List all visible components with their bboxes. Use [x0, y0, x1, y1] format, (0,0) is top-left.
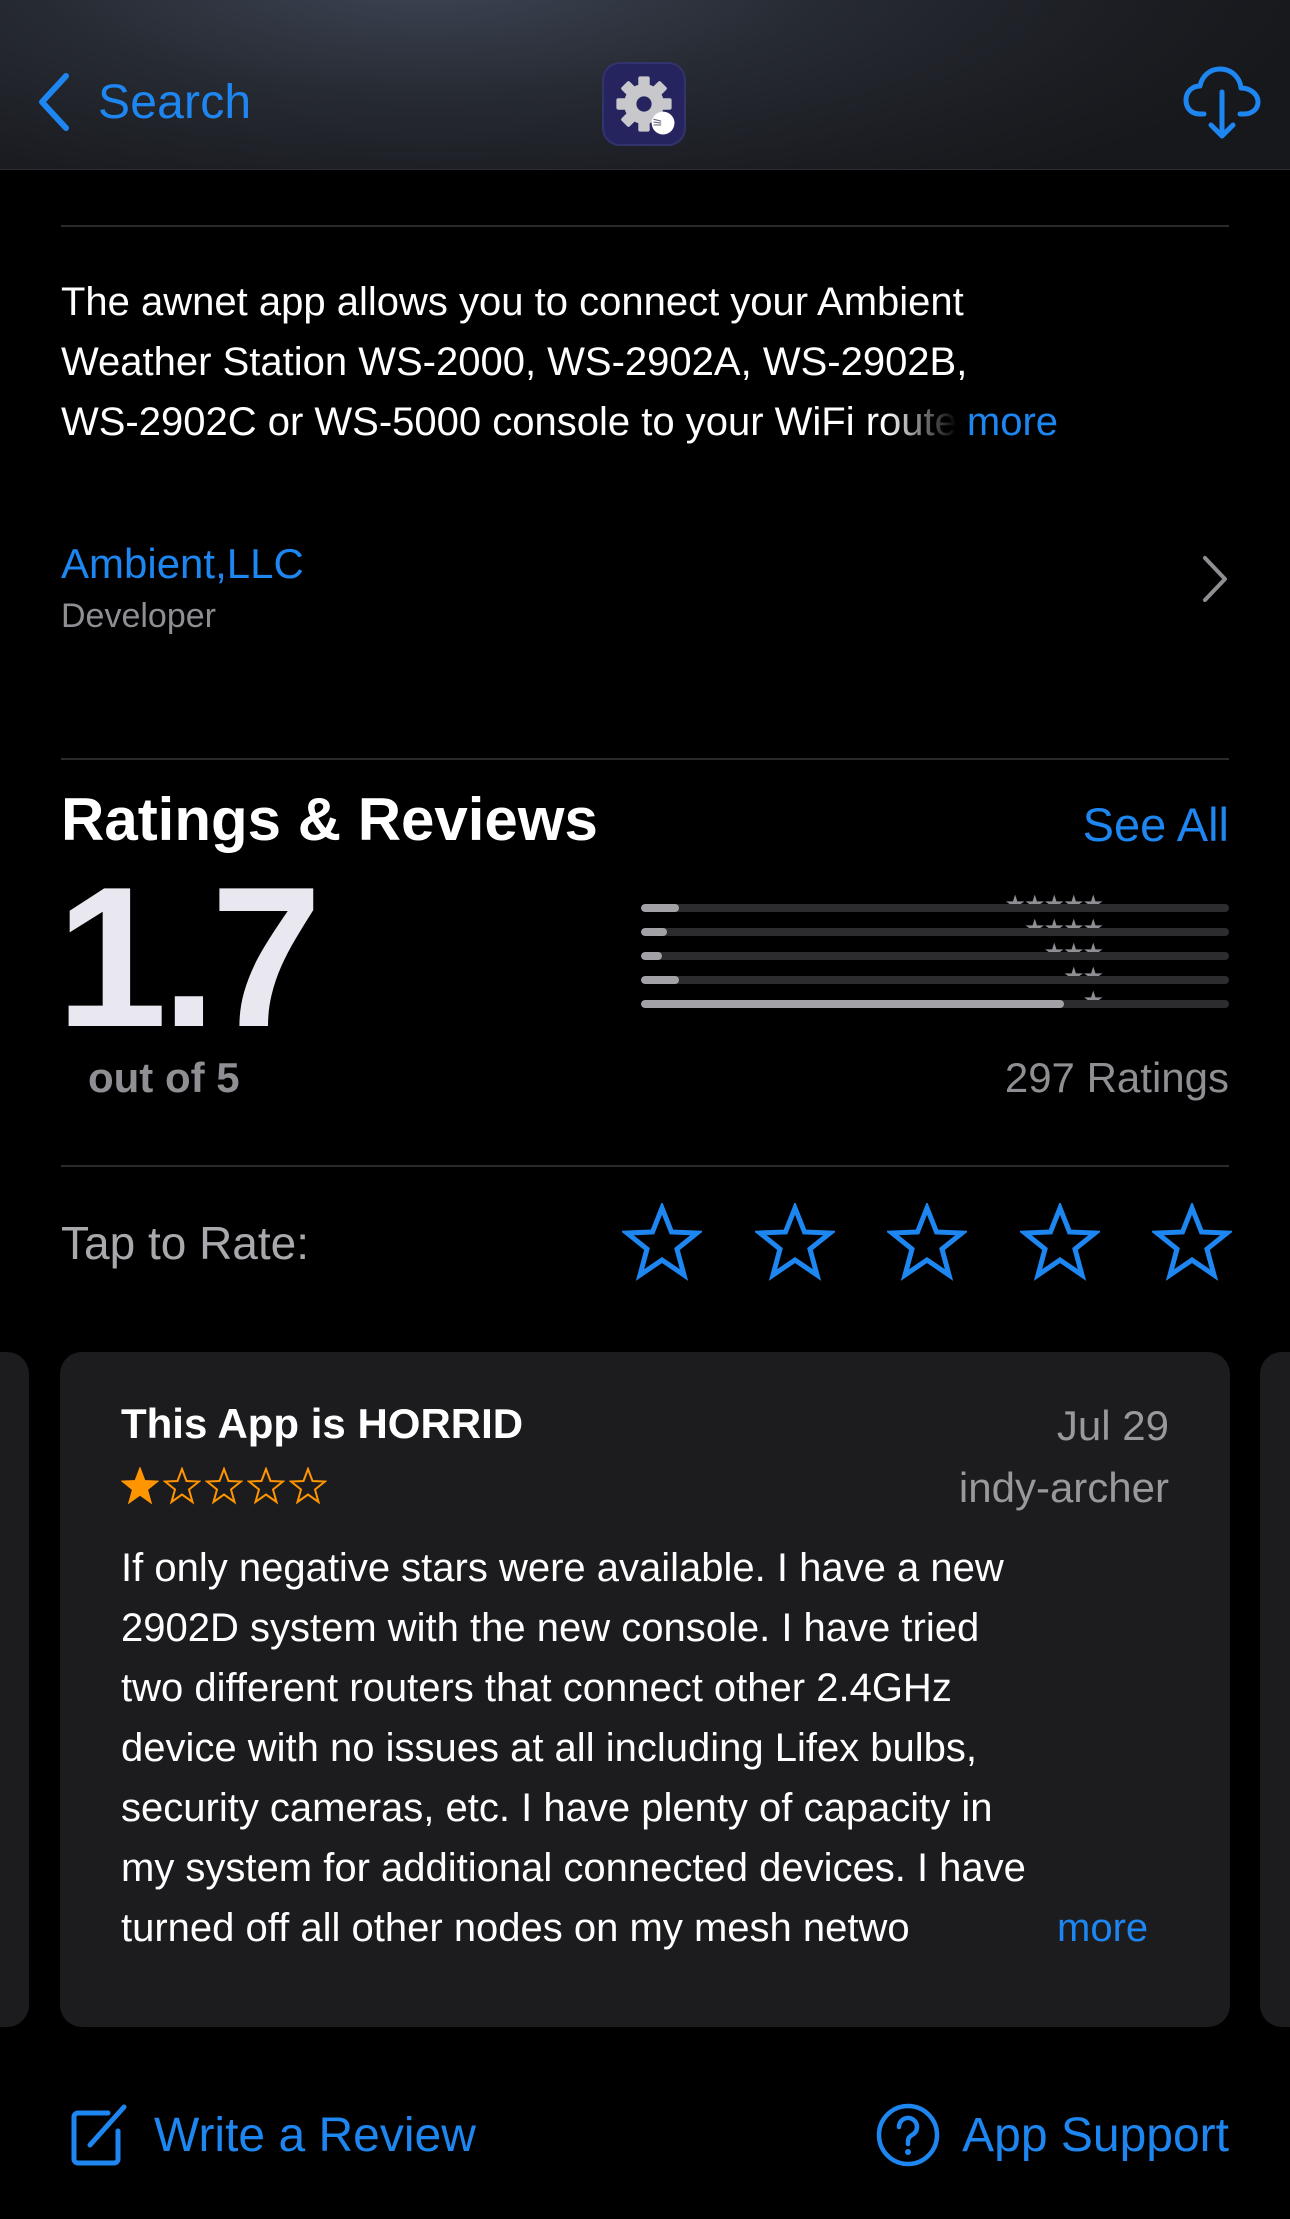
review-title: This App is HORRID: [121, 1400, 524, 1447]
next-review-card[interactable]: [1260, 1352, 1290, 2027]
back-button[interactable]: Search: [36, 72, 251, 132]
section-divider: [61, 1165, 1229, 1167]
tap-to-rate-stars: [622, 1203, 1232, 1283]
rate-star-icon[interactable]: [754, 1203, 835, 1283]
average-rating: 1.7: [56, 846, 322, 1069]
review-body-line: security cameras, etc. I have plenty of …: [121, 1786, 993, 1830]
description-line: The awnet app allows you to connect your…: [61, 280, 964, 324]
see-all-link[interactable]: See All: [1083, 797, 1229, 852]
review-body-line: two different routers that connect other…: [121, 1666, 952, 1710]
section-divider: [61, 758, 1229, 760]
developer-label: Developer: [61, 597, 216, 635]
description-more-link[interactable]: more: [967, 392, 1058, 452]
star-empty-icon: [163, 1467, 201, 1505]
app-icon: [602, 62, 686, 146]
histogram-bar-fill: [641, 1000, 1065, 1008]
app-support-button[interactable]: App Support: [876, 2100, 1229, 2170]
compose-icon: [71, 2104, 127, 2166]
histogram-bar-fill: [641, 976, 680, 984]
star-empty-icon: [289, 1467, 327, 1505]
description-line: Weather Station WS-2000, WS-2902A, WS-29…: [61, 340, 968, 384]
histogram-row: ★: [490, 988, 1230, 1016]
histogram-row: ★★★★★: [490, 892, 1230, 920]
histogram-row: ★★: [490, 964, 1230, 992]
app-description: The awnet app allows you to connect your…: [61, 272, 1229, 452]
star-empty-icon: [247, 1467, 285, 1505]
write-review-button[interactable]: Write a Review: [68, 2100, 476, 2170]
review-body-line: 2902D system with the new console. I hav…: [121, 1606, 980, 1650]
developer-row[interactable]: Ambient,LLC Developer: [61, 530, 1229, 640]
star-filled-icon: [121, 1467, 159, 1505]
back-label: Search: [98, 75, 252, 129]
write-review-label: Write a Review: [154, 2108, 476, 2162]
description-line-text: WS-2902C or WS-5000 console to your WiFi…: [61, 400, 957, 444]
review-body-line: If only negative stars were available. I…: [121, 1546, 1004, 1590]
histogram-row: ★★★: [490, 940, 1230, 968]
navigation-bar: Search: [0, 0, 1290, 170]
review-card[interactable]: This App is HORRID Jul 29 indy-archer If…: [60, 1352, 1230, 2027]
histogram-bar-fill: [641, 928, 668, 936]
star-empty-icon: [205, 1467, 243, 1505]
rate-star-icon[interactable]: [887, 1203, 967, 1283]
histogram-row: ★★★★: [490, 916, 1230, 944]
rating-out-of-label: out of 5: [88, 1054, 240, 1101]
review-star-rating: [121, 1467, 327, 1505]
app-support-label: App Support: [962, 2108, 1229, 2162]
review-body-line: my system for additional connected devic…: [121, 1846, 1026, 1890]
description-line: WS-2902C or WS-5000 console to your WiFi…: [61, 392, 1229, 452]
developer-name[interactable]: Ambient,LLC: [61, 540, 304, 588]
histogram-bar-fill: [641, 952, 662, 960]
chevron-left-icon: [39, 73, 69, 131]
rate-star-icon[interactable]: [1152, 1203, 1232, 1283]
review-body-line: turned off all other nodes on my mesh ne…: [121, 1898, 1171, 1958]
question-circle-icon: [876, 2103, 940, 2167]
chevron-right-icon: [1203, 556, 1227, 602]
histogram-bar-track: [641, 952, 1229, 960]
histogram-bar-track: [641, 904, 1229, 912]
rate-star-icon[interactable]: [1019, 1203, 1100, 1283]
ratings-reviews-title: Ratings & Reviews: [61, 786, 598, 853]
histogram-bar-fill: [641, 904, 680, 912]
ratings-count: 297 Ratings: [1004, 1054, 1229, 1101]
review-author: indy-archer: [958, 1464, 1169, 1511]
histogram-bar-track: [641, 1000, 1229, 1008]
histogram-bar-track: [641, 976, 1229, 984]
section-divider: [61, 225, 1229, 227]
tap-to-rate-label: Tap to Rate:: [61, 1217, 310, 1269]
gear-icon: [616, 76, 675, 135]
review-body: If only negative stars were available. I…: [121, 1538, 1171, 1958]
rate-star-icon[interactable]: [622, 1203, 702, 1283]
review-date: Jul 29: [1056, 1402, 1169, 1449]
previous-review-card[interactable]: [0, 1352, 29, 2027]
download-button[interactable]: [1182, 64, 1262, 142]
histogram-bar-track: [641, 928, 1229, 936]
icloud-download-icon: [1183, 66, 1261, 139]
review-body-line: device with no issues at all including L…: [121, 1726, 978, 1770]
review-body-line-text: turned off all other nodes on my mesh ne…: [121, 1906, 910, 1950]
review-more-link[interactable]: more: [1057, 1898, 1148, 1958]
